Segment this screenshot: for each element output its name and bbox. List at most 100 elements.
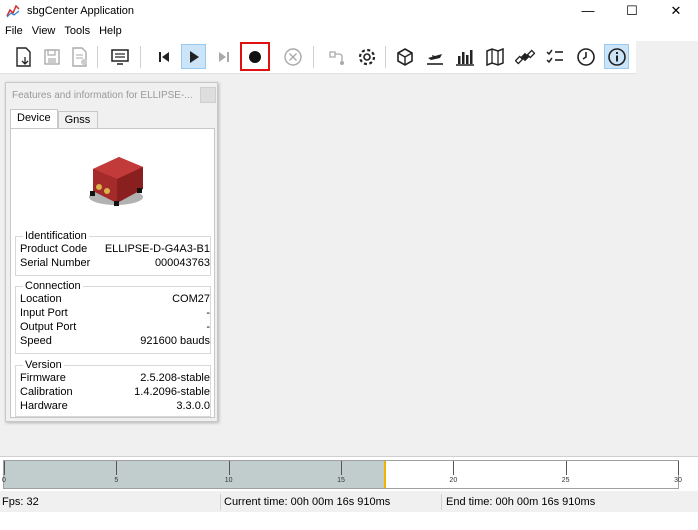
play-icon	[189, 50, 199, 63]
timeline-tick-label: 0	[2, 477, 6, 484]
3d-view-button[interactable]	[392, 44, 417, 69]
tab-device[interactable]: Device	[10, 109, 58, 129]
bar-chart-button[interactable]	[452, 44, 477, 69]
satellite-button[interactable]	[512, 44, 537, 69]
speed-row: Speed 921600 bauds	[20, 335, 210, 349]
record-button[interactable]	[240, 42, 270, 71]
menu-help[interactable]: Help	[96, 25, 128, 37]
title-bar: sbgCenter Application — ☐ ✕	[0, 0, 698, 21]
satellite-icon	[514, 49, 535, 64]
device-image	[89, 157, 143, 206]
device-tab-content: Identification Product Code ELLIPSE-D-G4…	[10, 128, 215, 418]
version-group: Version Firmware 2.5.208-stable Calibrat…	[15, 359, 211, 417]
serial-number-row: Serial Number 000043763	[20, 257, 210, 271]
timeline-tick	[341, 461, 342, 475]
product-code-label: Product Code	[20, 243, 88, 255]
app-logo-icon	[6, 4, 20, 17]
airplane-button[interactable]	[422, 44, 447, 69]
hardware-value: 3.3.0.0	[176, 400, 210, 412]
hardware-row: Hardware 3.3.0.0	[20, 400, 210, 414]
clock-icon	[576, 47, 595, 66]
timeline-tick-label: 15	[337, 477, 345, 484]
toolbar	[0, 41, 698, 74]
identification-group: Identification Product Code ELLIPSE-D-G4…	[15, 230, 211, 276]
info-button[interactable]	[604, 44, 629, 69]
3d-view-icon	[396, 47, 413, 66]
save-icon	[43, 48, 60, 65]
console-button[interactable]	[107, 44, 132, 69]
connection-title: Connection	[23, 280, 83, 292]
settings-icon	[358, 48, 375, 65]
location-row: Location COM27	[20, 293, 210, 307]
output-port-row: Output Port -	[20, 321, 210, 335]
calibration-row: Calibration 1.4.2096-stable	[20, 386, 210, 400]
new-session-icon	[15, 46, 31, 67]
input-port-label: Input Port	[20, 307, 68, 319]
bar-chart-icon	[455, 49, 474, 66]
calibration-value: 1.4.2096-stable	[134, 386, 210, 398]
speed-label: Speed	[20, 335, 52, 347]
location-value: COM27	[172, 293, 210, 305]
serial-number-value: 000043763	[154, 257, 210, 269]
input-port-value: -	[206, 307, 210, 319]
end-time-status: End time: 00h 00m 16s 910ms	[446, 496, 596, 508]
checklist-button[interactable]	[542, 44, 567, 69]
maximize-button[interactable]: ☐	[610, 0, 654, 21]
recorded-range	[4, 461, 384, 488]
timeline-tick-label: 30	[674, 477, 682, 484]
connect-icon	[328, 50, 344, 65]
timeline-tick	[453, 461, 455, 475]
menu-view[interactable]: View	[29, 25, 62, 37]
version-title: Version	[23, 359, 64, 371]
output-port-value: -	[206, 321, 210, 333]
skip-forward-icon	[218, 51, 229, 62]
input-port-row: Input Port -	[20, 307, 210, 321]
timeline-tick	[228, 461, 230, 475]
firmware-label: Firmware	[20, 372, 66, 384]
close-button[interactable]: ✕	[654, 0, 698, 21]
export-button[interactable]	[67, 44, 92, 69]
product-code-row: Product Code ELLIPSE-D-G4A3-B1	[20, 243, 210, 257]
timeline-tick	[678, 461, 679, 475]
settings-button[interactable]	[354, 44, 379, 69]
save-button[interactable]	[39, 44, 64, 69]
console-icon	[110, 48, 129, 65]
airplane-icon	[426, 53, 443, 65]
map-button[interactable]	[482, 44, 507, 69]
calibration-label: Calibration	[20, 386, 73, 398]
map-icon	[485, 47, 504, 66]
connection-group: Connection Location COM27 Input Port - O…	[15, 280, 211, 354]
panel-close-button[interactable]	[200, 87, 216, 103]
product-code-value: ELLIPSE-D-G4A3-B1	[104, 243, 210, 255]
skip-back-icon	[158, 51, 169, 62]
timeline-tick-label: 5	[114, 477, 119, 484]
location-label: Location	[20, 293, 62, 305]
clock-button[interactable]	[573, 44, 598, 69]
info-icon	[607, 47, 626, 66]
skip-back-button[interactable]	[151, 44, 176, 69]
speed-value: 921600 bauds	[140, 335, 210, 347]
minimize-button[interactable]: —	[566, 0, 610, 21]
play-button[interactable]	[181, 44, 206, 69]
checklist-icon	[545, 49, 563, 63]
menu-tools[interactable]: Tools	[61, 25, 96, 37]
menu-file[interactable]: File	[2, 25, 29, 37]
tab-gnss[interactable]: Gnss	[57, 111, 98, 129]
timeline-track[interactable]: 0 5 10 15 20 25 30	[2, 460, 682, 489]
timeline-tick	[4, 461, 5, 475]
connect-button[interactable]	[324, 44, 349, 69]
hardware-label: Hardware	[20, 400, 68, 412]
timeline-tick	[565, 461, 567, 475]
output-port-label: Output Port	[20, 321, 77, 333]
skip-forward-button[interactable]	[211, 44, 236, 69]
status-bar: Fps: 32 Current time: 00h 00m 16s 910ms …	[0, 492, 698, 512]
identification-title: Identification	[23, 230, 89, 242]
menu-bar: File View Tools Help	[0, 21, 698, 41]
record-icon	[249, 50, 261, 63]
panel-title: Features and information for ELLIPSE-...	[12, 90, 193, 101]
fps-status: Fps: 32	[2, 496, 39, 508]
window-title: sbgCenter Application	[27, 4, 135, 17]
playback-cursor[interactable]	[383, 461, 386, 488]
stop-button[interactable]	[280, 44, 305, 69]
new-session-button[interactable]	[11, 44, 36, 69]
